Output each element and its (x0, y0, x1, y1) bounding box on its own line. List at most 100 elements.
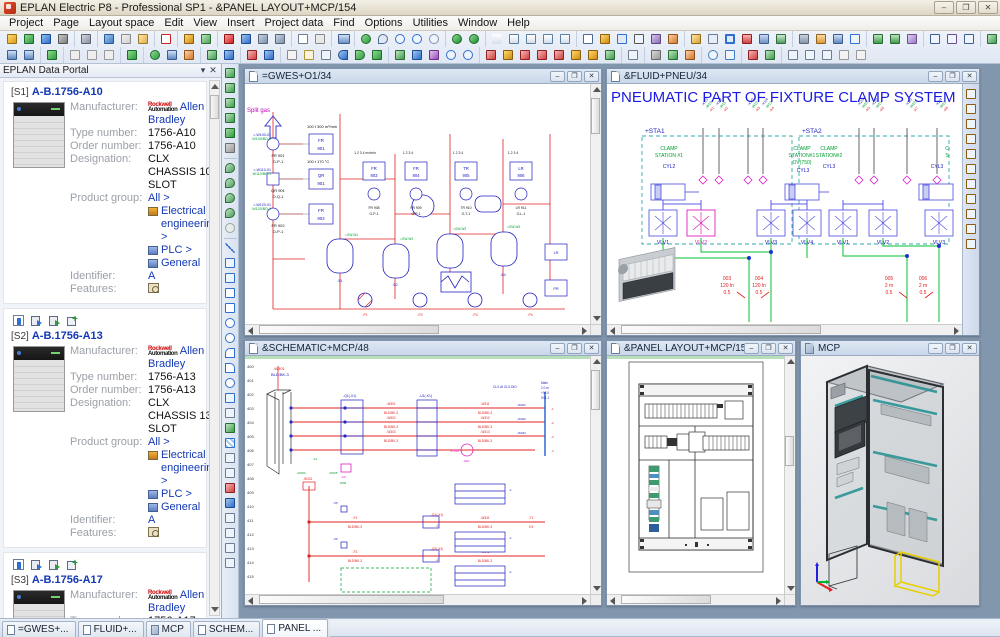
product-group-all[interactable]: All > (148, 192, 170, 204)
interrupt-nav-icon[interactable] (535, 48, 550, 62)
menu-item-page[interactable]: Page (48, 17, 84, 29)
product-group-plc[interactable]: PLC > (161, 488, 192, 501)
document-window-gwes[interactable]: =GWES+O1/34 – ❐ ✕ Split gas FR 901 QR 90… (244, 68, 602, 336)
drill-pattern-icon[interactable] (848, 32, 863, 46)
document-window-model3d[interactable]: MCP – ❐ ✕ (800, 340, 980, 606)
scroll-up-arrow-icon[interactable] (787, 359, 795, 364)
restore-button[interactable]: ❐ (945, 342, 960, 354)
data-portal-list[interactable]: [S1] A-B.1756-A10 Manufacturer: Rockwell… (0, 78, 221, 618)
mounting-panel-icon[interactable] (626, 48, 641, 62)
redo-icon[interactable] (353, 48, 368, 62)
add-macro-icon[interactable] (67, 558, 78, 570)
scroll-right-arrow-icon[interactable] (776, 597, 781, 605)
symbol-pipe-3-icon[interactable] (223, 96, 238, 110)
angle-snap-icon[interactable] (632, 32, 647, 46)
draw-rectangle-icon[interactable] (223, 286, 238, 300)
symbol-block-icon[interactable] (223, 126, 238, 140)
features-icon[interactable] (148, 527, 159, 537)
scrollbar-thumb[interactable] (591, 370, 600, 410)
draw-arc-center-icon[interactable] (223, 361, 238, 375)
compare-icon[interactable] (165, 48, 180, 62)
cabinet-icon[interactable] (786, 48, 801, 62)
rail-icon[interactable] (814, 32, 829, 46)
close-button[interactable]: ✕ (962, 342, 977, 354)
insert-green-icon[interactable] (49, 559, 60, 570)
cable-nav-icon[interactable] (444, 48, 459, 62)
tab-gwes[interactable]: =GWES+... (2, 621, 76, 637)
document-window-panel[interactable]: &PANEL LAYOUT+MCP/154 – ❐ ✕ (606, 340, 796, 606)
restore-button[interactable]: ❐ (945, 70, 960, 82)
scrollbar-thumb[interactable] (621, 595, 711, 604)
draw-ellipse-icon[interactable] (223, 376, 238, 390)
connection-symbol-2-icon[interactable] (239, 32, 254, 46)
view-top-icon[interactable] (740, 32, 755, 46)
cable-icon[interactable] (205, 48, 220, 62)
pdf-export-icon[interactable] (649, 48, 664, 62)
symbol-pipe-2-icon[interactable] (223, 81, 238, 95)
view-side-icon[interactable] (706, 32, 721, 46)
connection-symbol-4-icon[interactable] (273, 32, 288, 46)
copy-icon[interactable] (119, 32, 134, 46)
scroll-up-arrow-icon[interactable] (211, 84, 219, 89)
pipe-tee-2-icon[interactable] (964, 147, 979, 161)
part-name[interactable]: A-B.1756-A10 (32, 86, 103, 98)
info-icon[interactable] (13, 559, 24, 570)
close-button[interactable]: ✕ (978, 1, 998, 14)
properties-icon[interactable] (666, 32, 681, 46)
pan-3d-icon[interactable] (723, 48, 738, 62)
fluid-valve-1-icon[interactable] (223, 161, 238, 175)
draw-circle-3pt-icon[interactable] (223, 331, 238, 345)
scroll-down-arrow-icon[interactable] (211, 607, 219, 612)
restore-button[interactable]: ❐ (761, 342, 776, 354)
paste-page-icon[interactable] (302, 48, 317, 62)
pair-nav-icon[interactable] (552, 48, 567, 62)
minimize-button[interactable]: – (550, 342, 565, 354)
view-iso-icon[interactable] (723, 32, 738, 46)
close-icon[interactable]: ✕ (208, 65, 218, 76)
format-painter-icon[interactable] (182, 32, 197, 46)
scrollbar-thumb[interactable] (621, 325, 821, 334)
fluid-nav-icon[interactable] (586, 48, 601, 62)
copy-page-icon[interactable] (285, 48, 300, 62)
delete-page-icon[interactable] (319, 48, 334, 62)
wire-icon[interactable] (222, 48, 237, 62)
dimension-angular-icon[interactable] (945, 32, 960, 46)
drawing-canvas-panel[interactable] (607, 356, 784, 594)
scroll-left-arrow-icon[interactable] (610, 327, 615, 335)
save-icon[interactable] (39, 32, 54, 46)
import-icon[interactable] (22, 48, 37, 62)
draw-arrow-icon[interactable] (223, 481, 238, 495)
zoom-window-icon[interactable] (376, 32, 391, 46)
text-medium-icon[interactable] (85, 48, 100, 62)
report-5-icon[interactable] (558, 32, 573, 46)
window-titlebar-panel[interactable]: &PANEL LAYOUT+MCP/154 – ❐ ✕ (607, 341, 795, 356)
group-icon[interactable] (905, 32, 920, 46)
terminal-strip-icon[interactable] (245, 48, 260, 62)
plc-data-icon[interactable] (125, 48, 140, 62)
check-project-icon[interactable] (296, 32, 311, 46)
dxf-export-icon[interactable] (666, 48, 681, 62)
check-ok-icon[interactable] (148, 48, 163, 62)
zoom-fit-icon[interactable] (427, 32, 442, 46)
print-icon[interactable] (56, 32, 71, 46)
product-group-all[interactable]: All > (148, 436, 170, 448)
fluid-valve-3-icon[interactable] (223, 191, 238, 205)
cabinet-duct-icon[interactable] (837, 48, 852, 62)
potential-nav-icon[interactable] (518, 48, 533, 62)
symbol-pipe-1-icon[interactable] (223, 66, 238, 80)
minimize-button[interactable]: – (934, 1, 954, 14)
dimension-radial-icon[interactable] (962, 32, 977, 46)
draw-misc3-icon[interactable] (223, 541, 238, 555)
view-bottom-icon[interactable] (774, 32, 789, 46)
window-titlebar-gwes[interactable]: =GWES+O1/34 – ❐ ✕ (245, 69, 601, 84)
menu-item-project-data[interactable]: Project data (260, 17, 329, 29)
cabinet-rail-icon[interactable] (820, 48, 835, 62)
device-nav-icon[interactable] (427, 48, 442, 62)
horizontal-scrollbar-fluid[interactable] (607, 324, 962, 335)
text-large-icon[interactable] (102, 48, 117, 62)
align-left-icon[interactable] (871, 32, 886, 46)
new-page-icon[interactable] (5, 32, 20, 46)
list-item[interactable]: [S2] A-B.1756-A13 Manufacturer: Rockwell… (3, 308, 219, 548)
vertical-scrollbar-schematic[interactable] (590, 356, 601, 594)
tab-fluid[interactable]: FLUID+... (77, 621, 144, 637)
